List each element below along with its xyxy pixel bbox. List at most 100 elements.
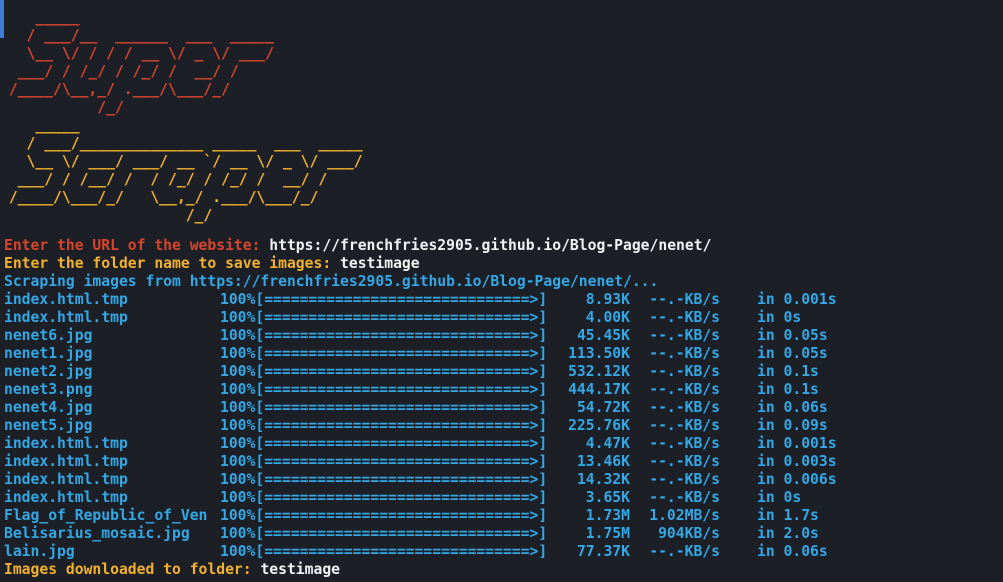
download-time: in 0.05s	[757, 327, 828, 344]
download-progress-bar: 100%[==============================>]	[220, 435, 548, 452]
download-filename: index.html.tmp	[4, 471, 128, 488]
download-row: nenet2.jpg 100%[=========================…	[4, 363, 837, 381]
download-speed: --.-KB/s	[649, 327, 720, 344]
download-speed: --.-KB/s	[649, 417, 720, 434]
download-speed: --.-KB/s	[649, 309, 720, 326]
download-speed: 904KB/s	[658, 525, 720, 542]
download-row: nenet3.png 100%[=========================…	[4, 381, 837, 399]
download-time: in 0.1s	[757, 381, 819, 398]
download-size: 77.37K	[576, 543, 630, 560]
download-progress-bar: 100%[==============================>]	[220, 399, 548, 416]
download-speed: --.-KB/s	[649, 363, 720, 380]
download-filename: index.html.tmp	[4, 453, 128, 470]
download-size: 14.32K	[576, 471, 630, 488]
super-ascii-banner: _____ / ___/__ ______ ___ _____ \__ \/ /…	[8, 9, 275, 116]
download-speed: --.-KB/s	[649, 381, 720, 398]
download-progress-bar: 100%[==============================>]	[220, 363, 548, 380]
download-speed: --.-KB/s	[649, 489, 720, 506]
download-progress-bar: 100%[==============================>]	[220, 381, 548, 398]
summary-line: Images downloaded to folder: testimage	[4, 561, 837, 579]
terminal-output: Enter the URL of the website: https://fr…	[4, 237, 837, 579]
download-size: 4.47K	[585, 435, 630, 452]
download-size: 532.12K	[568, 363, 630, 380]
download-progress-bar: 100%[==============================>]	[220, 327, 548, 344]
download-speed: 1.02MB/s	[649, 507, 720, 524]
download-time: in 0.001s	[757, 435, 837, 452]
download-time: in 0.06s	[757, 543, 828, 560]
download-progress-bar: 100%[==============================>]	[220, 471, 548, 488]
scraping-status-line: Scraping images from https://frenchfries…	[4, 273, 659, 290]
download-size: 3.65K	[585, 489, 630, 506]
download-speed: --.-KB/s	[649, 453, 720, 470]
summary-folder: testimage	[260, 561, 341, 578]
download-speed: --.-KB/s	[649, 543, 720, 560]
download-time: in 0.001s	[757, 291, 837, 308]
download-filename: nenet5.jpg	[4, 417, 93, 434]
download-time: in 1.7s	[757, 507, 819, 524]
download-progress-bar: 100%[==============================>]	[220, 453, 548, 470]
download-row: Flag_of_Republic_of_Ven 100%[============…	[4, 507, 837, 525]
download-progress-bar: 100%[==============================>]	[220, 489, 548, 506]
download-filename: index.html.tmp	[4, 435, 128, 452]
download-size: 1.75M	[585, 525, 630, 542]
summary-label: Images downloaded to folder:	[4, 561, 252, 578]
url-prompt-label: Enter the URL of the website:	[4, 237, 261, 254]
download-filename: nenet3.png	[4, 381, 93, 398]
download-row: lain.jpg 100%[===========================…	[4, 543, 837, 561]
download-size: 1.73M	[585, 507, 630, 524]
download-speed: --.-KB/s	[649, 435, 720, 452]
download-size: 45.45K	[576, 327, 630, 344]
download-filename: index.html.tmp	[4, 291, 128, 308]
download-row: Belisarius_mosaic.jpg 100%[==============…	[4, 525, 837, 543]
download-progress-bar: 100%[==============================>]	[220, 309, 548, 326]
folder-input-value[interactable]: testimage	[340, 255, 420, 273]
download-row: index.html.tmp 100%[=====================…	[4, 453, 837, 471]
download-row: index.html.tmp 100%[=====================…	[4, 291, 837, 309]
download-speed: --.-KB/s	[649, 291, 720, 308]
download-time: in 0.006s	[757, 471, 837, 488]
download-size: 4.00K	[585, 309, 630, 326]
download-row: nenet4.jpg 100%[=========================…	[4, 399, 837, 417]
download-size: 8.93K	[585, 291, 630, 308]
download-filename: nenet6.jpg	[4, 327, 93, 344]
download-row: nenet1.jpg 100%[=========================…	[4, 345, 837, 363]
download-progress-bar: 100%[==============================>]	[220, 543, 548, 560]
download-row: nenet5.jpg 100%[=========================…	[4, 417, 837, 435]
download-filename: index.html.tmp	[4, 489, 128, 506]
download-time: in 0.003s	[757, 453, 837, 470]
download-size: 444.17K	[568, 381, 630, 398]
download-time: in 2.0s	[757, 525, 819, 542]
download-list: index.html.tmp 100%[=====================…	[4, 291, 837, 561]
download-filename: nenet1.jpg	[4, 345, 93, 362]
download-speed: --.-KB/s	[649, 399, 720, 416]
download-time: in 0s	[757, 309, 802, 326]
download-size: 225.76K	[568, 417, 630, 434]
download-size: 113.50K	[568, 345, 630, 362]
download-progress-bar: 100%[==============================>]	[220, 525, 548, 542]
download-filename: index.html.tmp	[4, 309, 128, 326]
download-filename: nenet2.jpg	[4, 363, 93, 380]
download-row: index.html.tmp 100%[=====================…	[4, 435, 837, 453]
download-filename: nenet4.jpg	[4, 399, 93, 416]
scraper-ascii-banner: _____ / ___/______________ _____ ___ ___…	[8, 117, 363, 224]
download-size: 13.46K	[576, 453, 630, 470]
download-time: in 0.06s	[757, 399, 828, 416]
download-progress-bar: 100%[==============================>]	[220, 507, 548, 524]
download-time: in 0.1s	[757, 363, 819, 380]
download-row: index.html.tmp 100%[=====================…	[4, 489, 837, 507]
download-row: index.html.tmp 100%[=====================…	[4, 471, 837, 489]
download-size: 54.72K	[576, 399, 630, 416]
download-progress-bar: 100%[==============================>]	[220, 291, 548, 308]
download-filename: Belisarius_mosaic.jpg	[4, 525, 190, 542]
download-filename: lain.jpg	[4, 543, 75, 560]
download-row: nenet6.jpg 100%[=========================…	[4, 327, 837, 345]
download-progress-bar: 100%[==============================>]	[220, 345, 548, 362]
folder-prompt-label: Enter the folder name to save images:	[4, 255, 332, 272]
download-time: in 0s	[757, 489, 802, 506]
download-progress-bar: 100%[==============================>]	[220, 417, 548, 434]
url-input-value[interactable]: https://frenchfries2905.github.io/Blog-P…	[269, 237, 711, 255]
url-prompt-line: Enter the URL of the website: https://fr…	[4, 237, 837, 255]
download-speed: --.-KB/s	[649, 345, 720, 362]
download-row: index.html.tmp 100%[=====================…	[4, 309, 837, 327]
download-speed: --.-KB/s	[649, 471, 720, 488]
